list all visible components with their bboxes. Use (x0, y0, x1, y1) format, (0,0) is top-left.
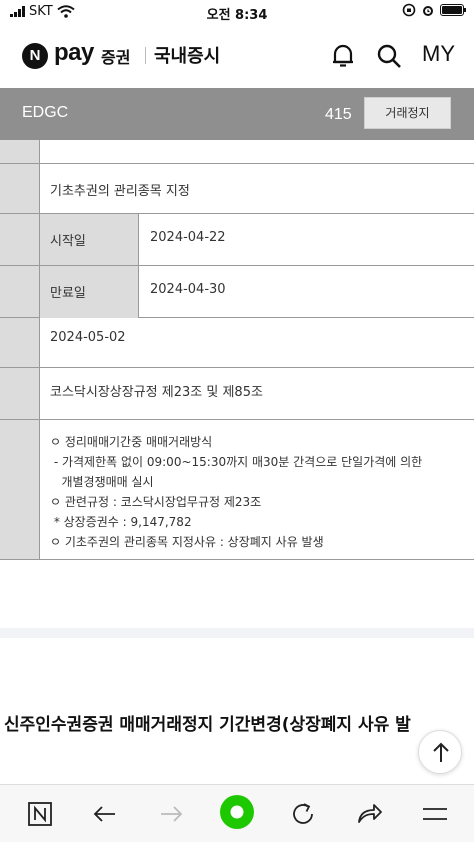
news-title-link[interactable]: 신주인수권증권 매매거래정지 기간변경(상장폐지 사유 발 (4, 710, 474, 735)
app-header: N pay 증권 국내증시 MY (0, 30, 474, 82)
table-row: 코스닥시장상장규정 제23조 및 제85조 (0, 368, 474, 420)
battery-icon (440, 4, 466, 16)
share-button[interactable] (354, 799, 384, 829)
row-value-cell (40, 140, 474, 163)
row-label-cell (0, 368, 40, 419)
refresh-icon (293, 803, 313, 824)
stock-summary-bar: EDGC 415 거래정지 (0, 88, 474, 140)
end-label-cell: 만료일 (40, 266, 139, 318)
table-row: 2024-05-02 (0, 318, 474, 368)
start-value-cell: 2024-04-22 (139, 214, 474, 265)
green-dot-button[interactable] (219, 794, 255, 830)
my-page-link[interactable]: MY (422, 41, 455, 67)
row-value-cell: 기초추권의 관리종목 지정 (40, 164, 474, 213)
row-label-cell (0, 164, 40, 213)
note-line: * 상장증권수 : 9,147,782 (50, 515, 192, 529)
arrow-right-icon (161, 806, 183, 822)
period-start-row: 시작일 2024-04-22 (0, 214, 474, 266)
bell-icon[interactable] (330, 42, 356, 70)
stock-logo-text[interactable]: 증권 (101, 44, 130, 68)
green-dot-icon (220, 795, 254, 829)
row-value-cell: 코스닥시장상장규정 제23조 및 제85조 (40, 368, 474, 419)
menu-button[interactable] (420, 799, 450, 829)
naver-logo[interactable]: N (22, 43, 48, 69)
period-end-row: 만료일 2024-04-30 (0, 266, 474, 318)
scroll-to-top-button[interactable] (418, 730, 462, 774)
note-line: ㅇ 관련규정 : 코스닥시장업무규정 제23조 (50, 495, 262, 509)
header-divider (145, 47, 146, 64)
hamburger-menu-icon (423, 808, 447, 820)
start-label: 시작일 (50, 234, 86, 249)
section-title[interactable]: 국내증시 (154, 42, 220, 68)
row-value-cell: 2024-05-02 (40, 318, 474, 367)
note-line: ㅇ 정리매매기간중 매매거래방식 (50, 435, 213, 449)
section-separator (0, 628, 474, 638)
back-button[interactable] (90, 799, 120, 829)
arrow-up-icon (433, 742, 449, 762)
start-label-cell: 시작일 (40, 214, 139, 265)
forward-button[interactable] (156, 799, 186, 829)
row-label-cell (0, 318, 40, 367)
start-value: 2024-04-22 (150, 230, 226, 245)
alarm-icon (423, 6, 433, 16)
table-row (0, 140, 474, 164)
status-bar: SKT 오전 8:34 (0, 0, 474, 26)
disclosure-table: 기초추권의 관리종목 지정 시작일 2024-04-22 만료일 2024-04… (0, 140, 474, 560)
row-label-cell (0, 140, 40, 163)
note-line: 개별경쟁매매 실시 (50, 475, 154, 489)
end-label: 만료일 (50, 286, 86, 301)
row-label-cell (0, 420, 40, 559)
search-icon[interactable] (376, 42, 402, 70)
share-icon (358, 804, 382, 823)
naver-home-button[interactable] (25, 799, 55, 829)
date-value: 2024-05-02 (50, 330, 126, 345)
refresh-button[interactable] (288, 799, 318, 829)
table-row: 시작일 2024-04-22 만료일 2024-04-30 (0, 214, 474, 318)
naver-n-icon (28, 802, 52, 826)
stock-name: EDGC (22, 104, 69, 121)
arrow-left-icon (93, 806, 115, 822)
table-row: ㅇ 정리매매기간중 매매거래방식 - 가격제한폭 없이 09:00~15:30까… (0, 420, 474, 560)
browser-toolbar (0, 784, 474, 842)
orientation-lock-icon (402, 3, 416, 17)
trading-halt-button[interactable]: 거래정지 (364, 97, 451, 129)
end-value-cell: 2024-04-30 (139, 266, 474, 318)
note-line: - 가격제한폭 없이 09:00~15:30까지 매30분 간격으로 단일가격에… (50, 455, 423, 469)
status-right (402, 3, 466, 17)
stock-price: 415 (325, 106, 352, 123)
notes-list: ㅇ 정리매매기간중 매매거래방식 - 가격제한폭 없이 09:00~15:30까… (50, 432, 422, 552)
regulation-text: 코스닥시장상장규정 제23조 및 제85조 (50, 385, 263, 400)
pay-logo-text[interactable]: pay (54, 39, 94, 67)
designation-text: 기초추권의 관리종목 지정 (50, 184, 190, 199)
note-line: ㅇ 기초주권의 관리종목 지정사유 : 상장폐지 사유 발생 (50, 535, 324, 549)
end-value: 2024-04-30 (150, 282, 226, 297)
table-row: 기초추권의 관리종목 지정 (0, 164, 474, 214)
